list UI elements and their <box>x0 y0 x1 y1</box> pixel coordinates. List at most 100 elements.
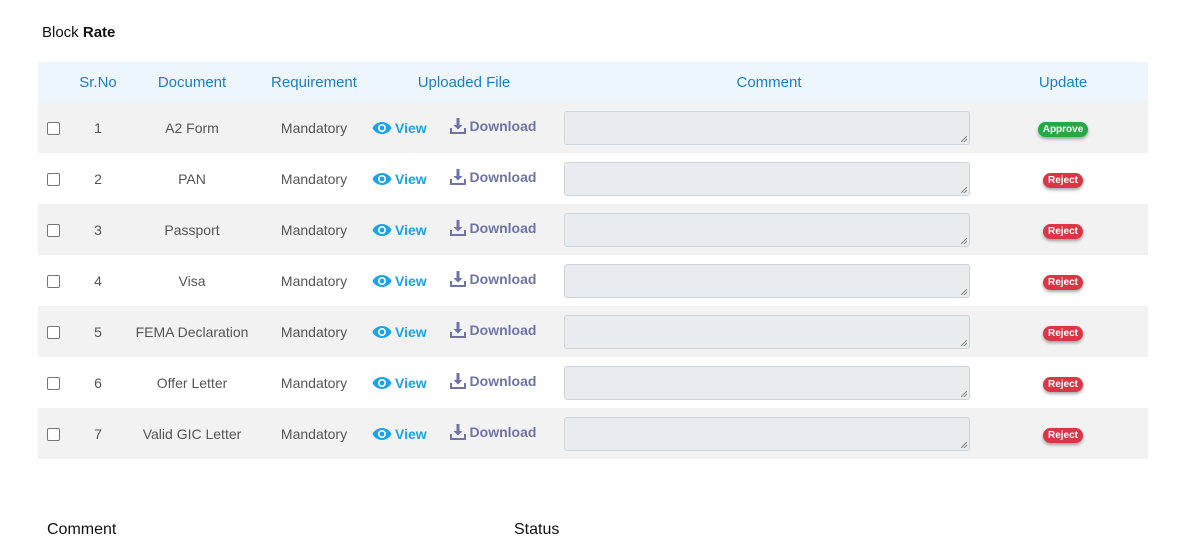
download-link[interactable]: Download <box>449 117 536 135</box>
eye-icon <box>372 326 392 338</box>
download-icon <box>449 424 466 440</box>
view-link[interactable]: View <box>372 120 427 136</box>
download-icon <box>449 118 466 134</box>
row-srno: 3 <box>72 204 124 255</box>
status-badge[interactable]: Reject <box>1042 427 1083 443</box>
table-row: 5 FEMA Declaration Mandatory View Downlo… <box>38 306 1148 357</box>
row-requirement: Mandatory <box>260 102 368 153</box>
status-badge[interactable]: Reject <box>1042 376 1083 392</box>
footer-status-label: Status <box>514 521 560 538</box>
view-label: View <box>395 222 427 238</box>
table-row: 2 PAN Mandatory View Download Reject <box>38 153 1148 204</box>
view-link[interactable]: View <box>372 324 427 340</box>
download-label: Download <box>469 220 537 236</box>
header-requirement: Requirement <box>260 62 368 102</box>
download-icon <box>449 271 466 287</box>
download-link[interactable]: Download <box>449 423 537 441</box>
view-link[interactable]: View <box>372 171 427 187</box>
eye-icon <box>372 377 392 389</box>
row-srno: 6 <box>72 357 124 408</box>
download-label: Download <box>469 322 537 338</box>
header-comment: Comment <box>560 62 978 102</box>
download-label: Download <box>469 169 537 185</box>
status-badge[interactable]: Reject <box>1042 172 1083 188</box>
view-label: View <box>395 120 427 136</box>
row-document: Visa <box>124 255 260 306</box>
row-document: PAN <box>124 153 260 204</box>
row-checkbox[interactable] <box>47 428 60 442</box>
row-checkbox[interactable] <box>47 122 60 136</box>
row-requirement: Mandatory <box>260 255 368 306</box>
row-checkbox[interactable] <box>47 224 60 238</box>
footer-comment-label: Comment <box>47 521 117 538</box>
row-srno: 5 <box>72 306 124 357</box>
download-link[interactable]: Download <box>449 321 537 339</box>
comment-textarea[interactable] <box>564 416 970 451</box>
view-label: View <box>395 324 427 340</box>
row-checkbox[interactable] <box>47 173 60 187</box>
table-row: 6 Offer Letter Mandatory View Download R… <box>38 357 1148 408</box>
row-requirement: Mandatory <box>260 204 368 255</box>
row-srno: 7 <box>72 408 124 459</box>
view-label: View <box>395 171 427 187</box>
block-title: Block Rate <box>42 24 115 41</box>
header-srno: Sr.No <box>72 62 124 102</box>
header-document: Document <box>124 62 260 102</box>
comment-textarea[interactable] <box>564 212 970 247</box>
table-row: 7 Valid GIC Letter Mandatory View Downlo… <box>38 408 1148 459</box>
header-checkbox-col <box>38 62 72 102</box>
comment-textarea[interactable] <box>564 263 970 298</box>
download-link[interactable]: Download <box>449 270 537 288</box>
header-update: Update <box>978 62 1148 102</box>
documents-table: Sr.No Document Requirement Uploaded File… <box>38 62 1148 459</box>
view-link[interactable]: View <box>372 273 427 289</box>
row-requirement: Mandatory <box>260 153 368 204</box>
download-label: Download <box>469 424 537 440</box>
download-link[interactable]: Download <box>449 372 537 390</box>
status-badge[interactable]: Reject <box>1042 223 1083 239</box>
row-checkbox[interactable] <box>47 275 60 289</box>
eye-icon <box>372 173 392 185</box>
header-uploaded-file: Uploaded File <box>368 62 560 102</box>
status-badge[interactable]: Reject <box>1042 274 1083 290</box>
row-document: A2 Form <box>124 102 260 153</box>
download-icon <box>449 220 466 236</box>
table-header-row: Sr.No Document Requirement Uploaded File… <box>38 62 1148 102</box>
comment-textarea[interactable] <box>564 110 970 145</box>
row-srno: 1 <box>72 102 124 153</box>
row-document: Passport <box>124 204 260 255</box>
status-badge[interactable]: Reject <box>1042 325 1083 341</box>
view-label: View <box>395 273 427 289</box>
row-srno: 4 <box>72 255 124 306</box>
row-document: Offer Letter <box>124 357 260 408</box>
download-label: Download <box>469 373 537 389</box>
eye-icon <box>372 275 392 287</box>
table-row: 4 Visa Mandatory View Download Reject <box>38 255 1148 306</box>
view-label: View <box>395 375 427 391</box>
row-checkbox[interactable] <box>47 326 60 340</box>
row-requirement: Mandatory <box>260 408 368 459</box>
download-link[interactable]: Download <box>449 219 537 237</box>
comment-textarea[interactable] <box>564 161 970 196</box>
view-link[interactable]: View <box>372 222 427 238</box>
download-icon <box>449 373 466 389</box>
comment-textarea[interactable] <box>564 365 970 400</box>
row-requirement: Mandatory <box>260 357 368 408</box>
row-requirement: Mandatory <box>260 306 368 357</box>
eye-icon <box>372 224 392 236</box>
status-badge[interactable]: Approve <box>1037 121 1089 137</box>
comment-textarea[interactable] <box>564 314 970 349</box>
row-document: FEMA Declaration <box>124 306 260 357</box>
eye-icon <box>372 122 392 134</box>
download-link[interactable]: Download <box>449 168 537 186</box>
row-srno: 2 <box>72 153 124 204</box>
download-label: Download <box>469 271 537 287</box>
row-document: Valid GIC Letter <box>124 408 260 459</box>
row-checkbox[interactable] <box>47 377 60 391</box>
table-row: 1 A2 Form Mandatory View Download Approv… <box>38 102 1148 153</box>
view-link[interactable]: View <box>372 426 427 442</box>
view-link[interactable]: View <box>372 375 427 391</box>
eye-icon <box>372 428 392 440</box>
view-label: View <box>395 426 427 442</box>
table-row: 3 Passport Mandatory View Download Rejec… <box>38 204 1148 255</box>
